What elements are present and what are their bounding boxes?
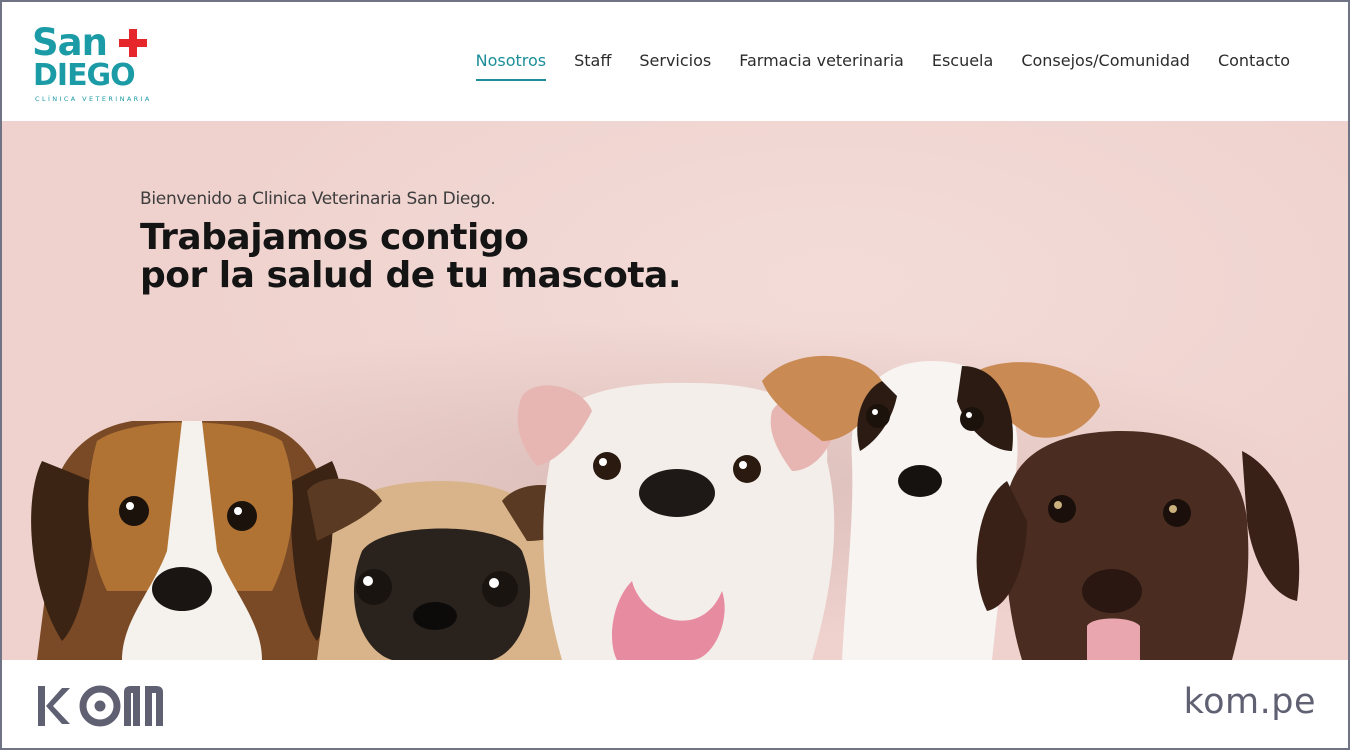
- hero-headline-line2: por la salud de tu mascota.: [140, 255, 682, 296]
- site-logo[interactable]: San DIEGO CLÍNICA VETERINARIA: [32, 24, 162, 106]
- bulldog-puppy-image: [517, 382, 837, 660]
- agency-url[interactable]: kom.pe: [1184, 682, 1316, 722]
- hero-intro-text: Bienvenido a Clinica Veterinaria San Die…: [140, 189, 496, 209]
- hero-headline-line1: Trabajamos contigo: [140, 217, 529, 258]
- logo-name-bottom: DIEGO: [33, 58, 136, 93]
- site-header: San DIEGO CLÍNICA VETERINARIA Nosotros S…: [2, 2, 1348, 121]
- logo-name-top: San: [32, 21, 108, 64]
- nav-item-staff[interactable]: Staff: [560, 51, 625, 71]
- nav-item-farmacia[interactable]: Farmacia veterinaria: [725, 51, 918, 71]
- chocolate-labrador-puppy-image: [976, 431, 1300, 660]
- agency-footer: kom.pe: [2, 660, 1348, 748]
- hero-headline: Trabajamos contigo por la salud de tu ma…: [140, 217, 682, 296]
- main-nav: Nosotros Staff Servicios Farmacia veteri…: [462, 51, 1304, 81]
- page-frame: San DIEGO CLÍNICA VETERINARIA Nosotros S…: [0, 0, 1350, 750]
- medical-cross-icon: [119, 29, 147, 57]
- beagle-puppy-image: [31, 421, 344, 660]
- nav-item-consejos[interactable]: Consejos/Comunidad: [1007, 51, 1204, 71]
- nav-item-contacto[interactable]: Contacto: [1204, 51, 1304, 71]
- kom-logo: [38, 685, 163, 727]
- nav-item-nosotros[interactable]: Nosotros: [462, 51, 561, 81]
- nav-item-servicios[interactable]: Servicios: [625, 51, 725, 71]
- hero-banner: Bienvenido a Clinica Veterinaria San Die…: [2, 121, 1348, 660]
- logo-subtitle: CLÍNICA VETERINARIA: [35, 95, 152, 103]
- nav-item-escuela[interactable]: Escuela: [918, 51, 1007, 71]
